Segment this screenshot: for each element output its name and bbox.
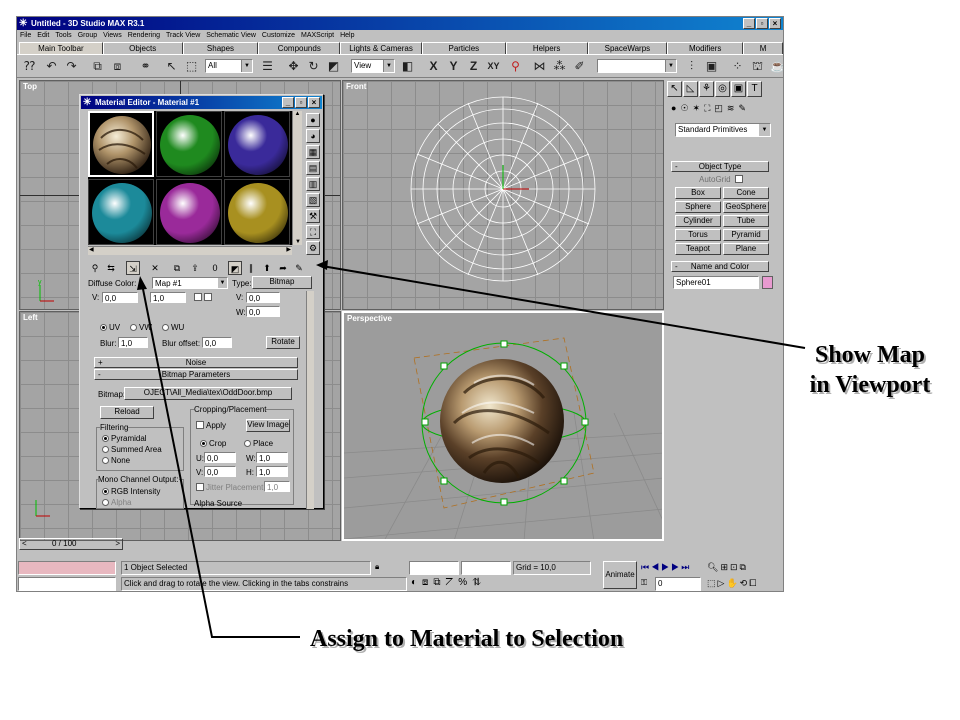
assign-arrowhead	[137, 276, 147, 290]
assign-material-annotation: Assign to Material to Selection	[310, 626, 624, 652]
assign-arrow-line	[141, 283, 300, 638]
show-map-annotation: Show Map in Viewport	[809, 342, 931, 398]
show-map-arrow-line	[321, 265, 806, 349]
show-map-arrowhead	[316, 260, 328, 270]
